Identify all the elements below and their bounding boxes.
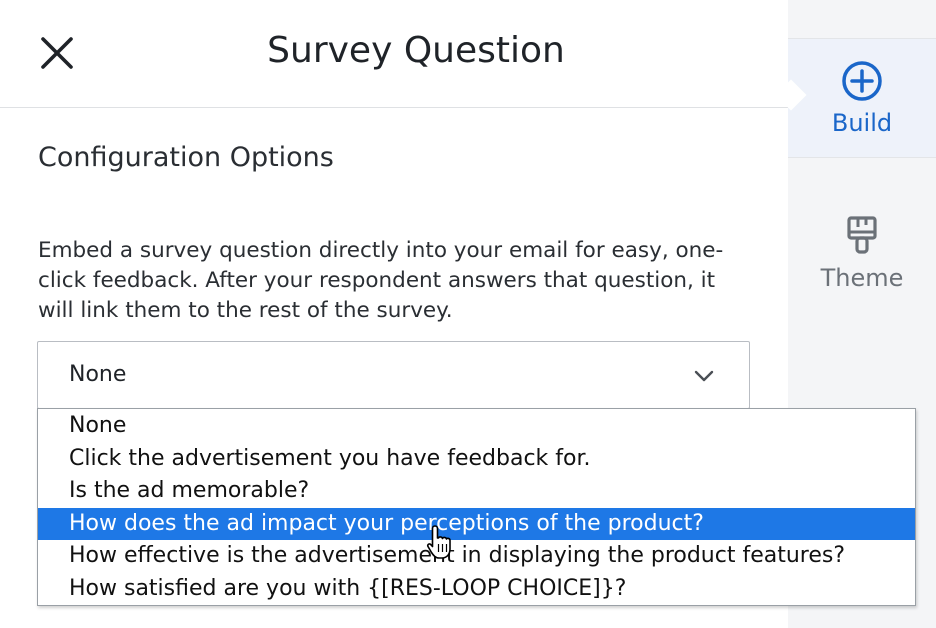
survey-question-select[interactable]: None [37,341,750,409]
select-dropdown-list: None Click the advertisement you have fe… [37,408,916,606]
page-title: Survey Question [267,30,565,71]
paint-brush-icon [847,216,877,254]
option-ad-memorable[interactable]: Is the ad memorable? [38,475,915,508]
option-ad-impact-perceptions[interactable]: How does the ad impact your perceptions … [38,507,915,540]
rail-top-spacer [788,0,936,38]
hand-cursor-icon [426,525,451,559]
option-none[interactable]: None [38,410,915,443]
rail-theme-button[interactable]: Theme [788,200,936,310]
rail-build-label: Build [831,109,893,137]
option-click-advertisement[interactable]: Click the advertisement you have feedbac… [38,443,915,476]
description-text: Embed a survey question directly into yo… [38,238,724,323]
rail-build-button[interactable]: Build [788,38,936,158]
chevron-down-icon [694,370,714,382]
select-value: None [69,362,127,387]
panel-header: Survey Question [0,0,788,108]
plus-circle-icon [842,61,882,101]
option-satisfied-res-loop[interactable]: How satisfied are you with {[RES-LOOP CH… [38,573,915,606]
section-title: Configuration Options [38,142,334,173]
rail-theme-label: Theme [820,264,904,292]
option-advertisement-effective[interactable]: How effective is the advertisement in di… [38,540,915,573]
